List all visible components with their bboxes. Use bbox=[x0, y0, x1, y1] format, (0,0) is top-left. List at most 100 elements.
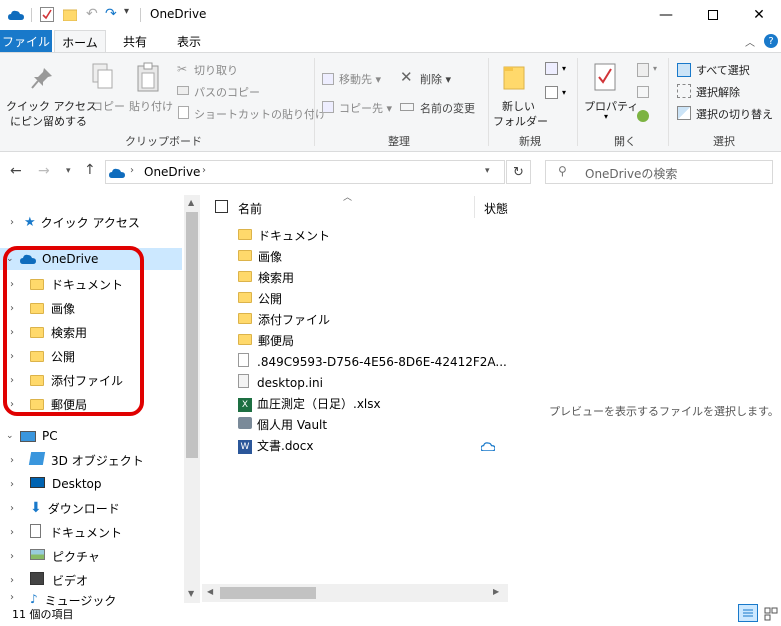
customize-qa-icon[interactable]: ▾ bbox=[124, 6, 129, 17]
scroll-down-icon[interactable]: ▼ bbox=[188, 589, 194, 598]
expand-chevron-icon[interactable]: › bbox=[10, 479, 30, 490]
expand-chevron-icon[interactable]: › bbox=[10, 503, 30, 514]
expand-chevron-icon[interactable]: › bbox=[10, 455, 30, 466]
column-name[interactable]: 名前 bbox=[238, 200, 262, 217]
rename-icon[interactable] bbox=[400, 103, 414, 111]
cut-icon[interactable]: ✂ bbox=[177, 62, 187, 76]
scroll-left-icon[interactable]: ◀ bbox=[207, 587, 213, 596]
nav-onedrive-item[interactable]: › 検索用 bbox=[10, 320, 87, 344]
file-list-item[interactable]: 公開 bbox=[238, 288, 282, 309]
expand-chevron-icon[interactable]: › bbox=[10, 592, 30, 603]
rename-button[interactable]: 名前の変更 bbox=[420, 100, 475, 116]
copy-to-icon[interactable] bbox=[322, 101, 334, 113]
expand-chevron-icon[interactable]: › bbox=[10, 375, 30, 386]
paste-shortcut-icon[interactable] bbox=[178, 106, 189, 119]
properties-button[interactable]: プロパティ bbox=[584, 98, 638, 114]
new-folder-qa-icon[interactable] bbox=[62, 8, 78, 22]
move-to-button[interactable]: 移動先 ▾ bbox=[339, 71, 381, 87]
open-icon[interactable] bbox=[637, 63, 649, 77]
pin-icon[interactable] bbox=[30, 66, 54, 92]
close-button[interactable]: ✕ bbox=[736, 0, 781, 30]
new-folder-icon[interactable] bbox=[503, 64, 525, 90]
new-item-icon[interactable] bbox=[545, 62, 558, 75]
help-icon[interactable]: ? bbox=[764, 34, 778, 48]
column-status[interactable]: 状態 bbox=[484, 200, 508, 217]
tab-home[interactable]: ホーム bbox=[54, 30, 106, 53]
nav-onedrive-item[interactable]: › 郵便局 bbox=[10, 392, 87, 416]
properties-icon[interactable] bbox=[594, 63, 616, 91]
expand-chevron-icon[interactable]: › bbox=[10, 351, 30, 362]
new-folder-label-2[interactable]: フォルダー bbox=[493, 113, 548, 129]
up-icon[interactable]: ↑ bbox=[84, 162, 96, 178]
tab-share[interactable]: 共有 bbox=[110, 30, 160, 52]
nav-pc-item[interactable]: › ⬇ ダウンロード bbox=[10, 496, 120, 520]
large-icons-view-button[interactable] bbox=[762, 604, 780, 622]
new-folder-label[interactable]: 新しい bbox=[502, 98, 535, 114]
nav-pc-item[interactable]: › 3D オブジェクト bbox=[10, 448, 144, 472]
edit-icon[interactable] bbox=[637, 86, 649, 98]
copy-icon[interactable] bbox=[92, 63, 114, 91]
copy-to-button[interactable]: コピー先 ▾ bbox=[339, 100, 392, 116]
nav-pc-item[interactable]: › ビデオ bbox=[10, 568, 88, 592]
nav-onedrive-item[interactable]: › 公開 bbox=[10, 344, 75, 368]
file-list-item[interactable]: 郵便局 bbox=[238, 330, 294, 351]
horizontal-scroll-thumb[interactable] bbox=[220, 587, 316, 599]
pin-quick-access-label-2[interactable]: にピン留めする bbox=[10, 113, 87, 129]
nav-pc-item[interactable]: › ドキュメント bbox=[10, 520, 122, 544]
delete-icon[interactable]: ✕ bbox=[400, 68, 413, 86]
expand-chevron-icon[interactable]: › bbox=[10, 551, 30, 562]
file-list-item[interactable]: .849C9593-D756-4E56-8D6E-42412F2A... bbox=[238, 351, 507, 372]
select-all-checkbox[interactable] bbox=[215, 200, 228, 213]
file-list-item[interactable]: 添付ファイル bbox=[238, 309, 330, 330]
collapse-chevron-icon[interactable]: ⌄ bbox=[6, 431, 20, 441]
recent-locations-icon[interactable]: ▾ bbox=[66, 166, 71, 176]
minimize-button[interactable]: — bbox=[643, 0, 689, 30]
file-list-item[interactable]: W 文書.docx bbox=[238, 435, 313, 456]
delete-button[interactable]: 削除 ▾ bbox=[420, 71, 451, 87]
copy-button[interactable]: コピー bbox=[92, 98, 125, 114]
cut-button[interactable]: 切り取り bbox=[194, 62, 238, 78]
tab-view[interactable]: 表示 bbox=[166, 30, 212, 52]
move-to-icon[interactable] bbox=[322, 73, 334, 85]
properties-qa-icon[interactable] bbox=[40, 7, 54, 22]
invert-selection-icon[interactable] bbox=[677, 106, 691, 120]
nav-pc-item[interactable]: › ピクチャ bbox=[10, 544, 100, 568]
scroll-up-icon[interactable]: ▲ bbox=[188, 198, 194, 207]
expand-chevron-icon[interactable]: › bbox=[10, 575, 30, 586]
expand-chevron-icon[interactable]: › bbox=[10, 303, 30, 314]
select-all-icon[interactable] bbox=[677, 63, 691, 77]
select-none-icon[interactable] bbox=[677, 84, 691, 98]
details-view-button[interactable] bbox=[738, 604, 758, 622]
breadcrumb-onedrive[interactable]: OneDrive bbox=[144, 165, 200, 179]
back-icon[interactable]: ← bbox=[10, 163, 22, 179]
nav-scroll-thumb[interactable] bbox=[186, 212, 198, 458]
tab-file[interactable]: ファイル bbox=[0, 30, 52, 52]
expand-chevron-icon[interactable]: › bbox=[10, 327, 30, 338]
expand-chevron-icon[interactable]: › bbox=[10, 279, 30, 290]
file-list-item[interactable]: ドキュメント bbox=[238, 225, 330, 246]
undo-icon[interactable]: ↶ bbox=[86, 6, 98, 22]
collapse-ribbon-icon[interactable]: ︿ bbox=[745, 34, 755, 49]
expand-chevron-icon[interactable]: › bbox=[10, 527, 30, 538]
pin-quick-access-label[interactable]: クイック アクセス bbox=[6, 98, 97, 114]
select-all-button[interactable]: すべて選択 bbox=[696, 62, 750, 78]
file-list-item[interactable]: 画像 bbox=[238, 246, 282, 267]
nav-pc-item[interactable]: › Desktop bbox=[10, 472, 102, 496]
file-list-item[interactable]: desktop.ini bbox=[238, 372, 323, 393]
maximize-button[interactable] bbox=[690, 0, 736, 30]
paste-icon[interactable] bbox=[136, 62, 160, 92]
nav-onedrive-item[interactable]: › 添付ファイル bbox=[10, 368, 123, 392]
breadcrumb-chevron-icon[interactable]: › bbox=[130, 165, 134, 176]
select-none-button[interactable]: 選択解除 bbox=[696, 84, 740, 100]
breadcrumb-chevron-icon-2[interactable]: › bbox=[202, 165, 206, 176]
redo-icon[interactable]: ↷ bbox=[105, 6, 117, 22]
search-placeholder[interactable]: OneDriveの検索 bbox=[585, 165, 677, 182]
easy-access-icon[interactable] bbox=[545, 86, 558, 99]
scroll-right-icon[interactable]: ▶ bbox=[493, 587, 499, 596]
history-icon[interactable] bbox=[637, 110, 649, 122]
refresh-button[interactable]: ↻ bbox=[506, 160, 531, 184]
file-list-item[interactable]: 検索用 bbox=[238, 267, 294, 288]
expand-chevron-icon[interactable]: › bbox=[10, 399, 30, 410]
invert-selection-button[interactable]: 選択の切り替え bbox=[696, 106, 773, 122]
expand-chevron-icon[interactable]: › bbox=[10, 217, 24, 228]
